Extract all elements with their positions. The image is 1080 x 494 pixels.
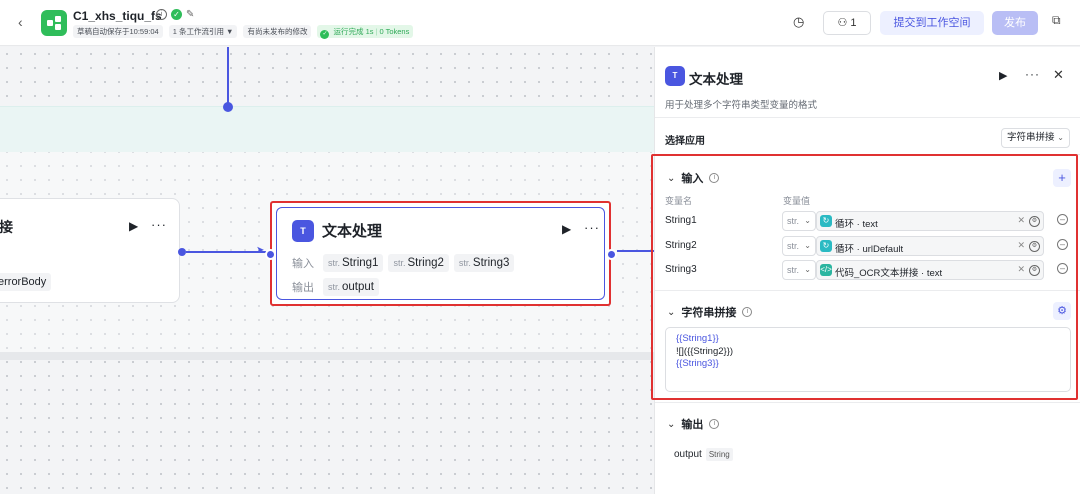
app-select-label: 选择应用 <box>665 136 705 147</box>
app-logo <box>41 10 67 36</box>
divider <box>655 402 1080 403</box>
input-chip: str. String2 <box>388 254 449 272</box>
history-icon[interactable]: ◷ <box>793 14 804 30</box>
more-icon[interactable]: ··· <box>584 220 600 235</box>
info-icon: i <box>709 419 720 429</box>
loop-header <box>0 106 654 152</box>
output-chip: errorBody <box>0 273 52 291</box>
play-icon[interactable]: ▶ <box>129 219 138 233</box>
more-icon[interactable]: ··· <box>151 217 167 232</box>
edit-icon[interactable]: ✎ <box>186 9 197 20</box>
connector-line <box>617 250 654 252</box>
panel-description: 用于处理多个字符串类型变量的格式 <box>665 100 818 111</box>
connector-line <box>227 47 229 107</box>
top-bar: ‹ C1_xhs_tiqu_fs i ✓ ✎ 草稿自动保存于10:59:04 1… <box>0 0 1080 46</box>
connector-line <box>186 251 266 253</box>
play-icon[interactable]: ▶ <box>562 222 571 236</box>
refs-tag[interactable]: 1 条工作流引用 ▼ <box>168 25 238 38</box>
input-chip: str. String1 <box>323 254 384 272</box>
highlight-box <box>651 154 1078 400</box>
play-icon[interactable]: ▶ <box>999 69 1007 82</box>
chevron-down-icon: ⌄ <box>1057 133 1064 142</box>
workflow-canvas[interactable]: 接 ▶ ··· errorBody ➤ T 文本处理 ▶ ··· 输入 str.… <box>0 47 654 494</box>
output-variable: output String <box>674 448 733 461</box>
close-icon[interactable]: ✕ <box>1053 67 1064 83</box>
check-icon: ✓ <box>320 30 330 39</box>
divider <box>655 117 1080 118</box>
publish-button[interactable]: 发布 <box>992 11 1038 35</box>
connector-port[interactable] <box>223 102 233 112</box>
panel-title: 文本处理 <box>689 72 743 87</box>
text-processing-icon: T <box>292 220 314 242</box>
node-outputs-row: 输出 str. output <box>292 278 379 296</box>
input-chip: str. String3 <box>453 254 515 272</box>
app-name: C1_xhs_tiqu_fs <box>73 9 162 23</box>
user-icon: ⚇ <box>837 17 848 29</box>
app-select[interactable]: 字符串拼接 ⌄ <box>1001 128 1070 148</box>
loop-bottom-edge <box>0 352 654 360</box>
arrow-icon: ➤ <box>256 245 265 256</box>
node-title: 接 <box>0 219 13 235</box>
node-title: 文本处理 <box>322 223 383 240</box>
autosave-tag: 草稿自动保存于10:59:04 <box>73 25 163 38</box>
text-processing-node[interactable]: T 文本处理 ▶ ··· 输入 str. String1 str. String2 … <box>265 201 617 306</box>
chevron-down-icon: ⌄ <box>667 418 676 430</box>
text-processing-icon: T <box>665 66 685 86</box>
output-chip: str. output <box>323 278 379 296</box>
node-inputs-row: 输入 str. String1 str. String2 str. String3 <box>292 254 515 272</box>
run-status-tag[interactable]: ✓ 运行完成 1s | 0 Tokens <box>317 25 414 39</box>
back-icon[interactable]: ‹ <box>18 14 32 30</box>
output-section-header[interactable]: ⌄ 输出 i <box>667 416 720 432</box>
copy-icon[interactable]: ⧉ <box>1052 13 1061 28</box>
left-node[interactable]: 接 ▶ ··· errorBody <box>0 198 180 303</box>
info-icon[interactable]: i <box>156 9 167 20</box>
output-port[interactable] <box>606 249 617 260</box>
connector-port[interactable] <box>178 248 186 256</box>
input-port[interactable] <box>265 249 276 260</box>
collaborators-button[interactable]: ⚇ 1 <box>823 11 871 35</box>
unpublished-tag: 有尚未发布的修改 <box>243 25 312 38</box>
check-icon: ✓ <box>171 9 182 20</box>
submit-to-workspace-button[interactable]: 提交到工作空间 <box>880 11 984 35</box>
more-icon[interactable]: ··· <box>1025 67 1040 81</box>
